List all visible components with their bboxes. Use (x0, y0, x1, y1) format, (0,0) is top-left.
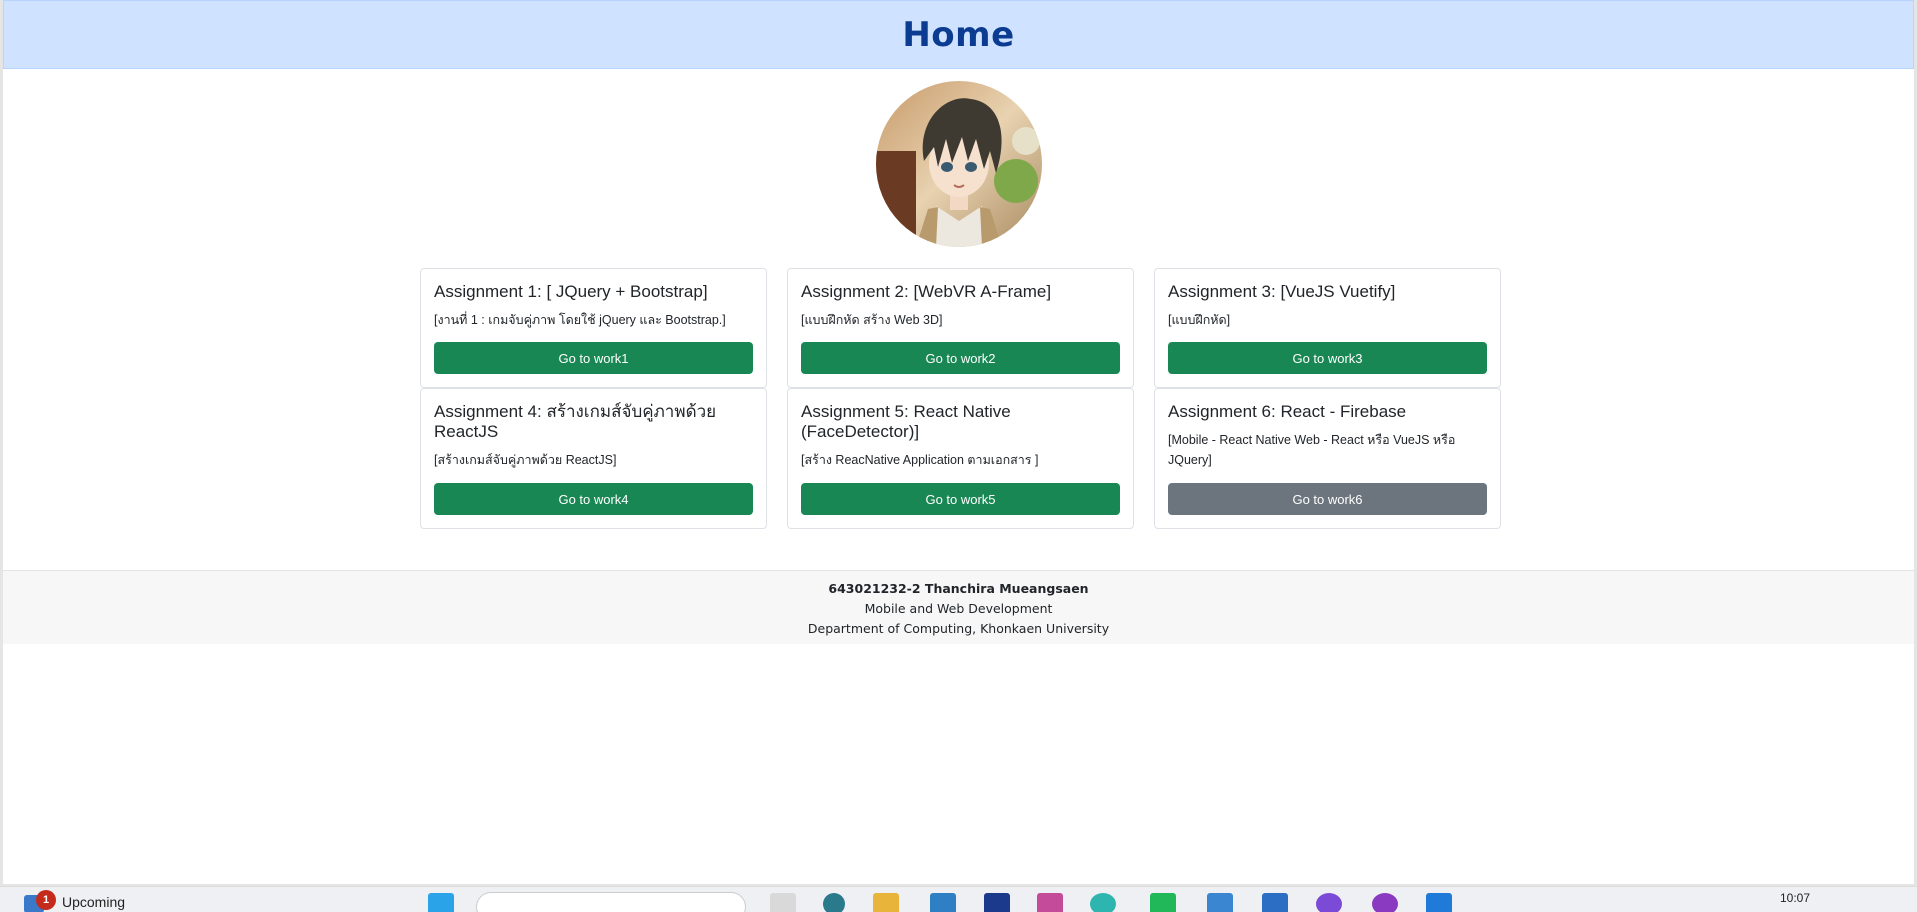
card-description: [แบบฝึกหัด สร้าง Web 3D] (801, 313, 943, 327)
app-blue-icon[interactable] (1426, 893, 1452, 912)
vscode-icon[interactable] (1262, 893, 1288, 912)
line-icon[interactable] (1150, 893, 1176, 912)
page-header: Home (3, 0, 1914, 69)
taskbar: 1 Upcoming 10:07 (0, 886, 1917, 912)
card-title: Assignment 3: [VueJS Vuetify] (1168, 282, 1396, 301)
go-to-work5-button[interactable]: Go to work5 (801, 483, 1120, 515)
assignment-grid: Assignment 1: [ JQuery + Bootstrap] [งาน… (420, 268, 1502, 529)
card-title: Assignment 1: [ JQuery + Bootstrap] (434, 282, 708, 301)
discord-icon[interactable] (1316, 893, 1342, 912)
course-name: Mobile and Web Development (864, 601, 1053, 616)
go-to-work6-button[interactable]: Go to work6 (1168, 483, 1487, 515)
card-description: [สร้างเกมส์จับคู่ภาพด้วย ReactJS] (434, 453, 617, 467)
go-to-work4-button[interactable]: Go to work4 (434, 483, 753, 515)
task-view-icon[interactable] (770, 893, 796, 912)
assignment-card-3: Assignment 3: [VueJS Vuetify] [แบบฝึกหัด… (1154, 268, 1501, 388)
card-title: Assignment 5: React Native (FaceDetector… (801, 402, 1011, 441)
avatar-image (875, 81, 1042, 247)
card-title: Assignment 4: สร้างเกมส์จับคู่ภาพด้วย Re… (434, 402, 717, 441)
app-grid-icon[interactable] (1037, 893, 1063, 912)
store-icon[interactable] (930, 893, 956, 912)
card-description: [สร้าง ReacNative Application ตามเอกสาร … (801, 453, 1039, 467)
avatar (875, 81, 1042, 247)
avatar-container (3, 81, 1914, 247)
go-to-work3-button[interactable]: Go to work3 (1168, 342, 1487, 374)
assignment-card-4: Assignment 4: สร้างเกมส์จับคู่ภาพด้วย Re… (420, 388, 767, 529)
page-footer: 643021232-2 Thanchira Mueangsaen Mobile … (3, 570, 1914, 644)
department-name: Department of Computing, Khonkaen Univer… (807, 621, 1110, 636)
card-title: Assignment 2: [WebVR A-Frame] (801, 282, 1052, 301)
notification-badge: 1 (36, 890, 56, 910)
card-description: [งานที่ 1 : เกมจับคู่ภาพ โดยใช้ jQuery แ… (434, 313, 726, 327)
card-description: [Mobile - React Native Web - React หรือ … (1168, 433, 1456, 467)
edge-browser-icon[interactable] (1090, 893, 1116, 912)
assignment-card-5: Assignment 5: React Native (FaceDetector… (787, 388, 1134, 529)
page-title: Home (902, 14, 1015, 55)
go-to-work2-button[interactable]: Go to work2 (801, 342, 1120, 374)
clock-time: 10:07 (1780, 891, 1811, 905)
go-to-work1-button[interactable]: Go to work1 (434, 342, 753, 374)
card-title: Assignment 6: React - Firebase (1168, 402, 1407, 421)
taskbar-search-input[interactable] (476, 892, 746, 912)
upcoming-label[interactable]: Upcoming (62, 894, 125, 910)
file-explorer-icon[interactable] (873, 893, 899, 912)
app-icon[interactable] (984, 893, 1010, 912)
windows-start-icon[interactable] (428, 893, 454, 912)
assignment-card-1: Assignment 1: [ JQuery + Bootstrap] [งาน… (420, 268, 767, 388)
chat-icon[interactable] (823, 893, 845, 912)
assignment-card-6: Assignment 6: React - Firebase [Mobile -… (1154, 388, 1501, 529)
mail-icon[interactable] (1207, 893, 1233, 912)
student-name: 643021232-2 Thanchira Mueangsaen (828, 581, 1089, 596)
app-circle-icon[interactable] (1372, 893, 1398, 912)
browser-viewport: Home Assignment 1: [JQuery + Bootstrap]… (0, 0, 1917, 886)
card-description: [แบบฝึกหัด] (1168, 313, 1231, 327)
assignment-card-2: Assignment 2: [WebVR A-Frame] [แบบฝึกหัด… (787, 268, 1134, 388)
